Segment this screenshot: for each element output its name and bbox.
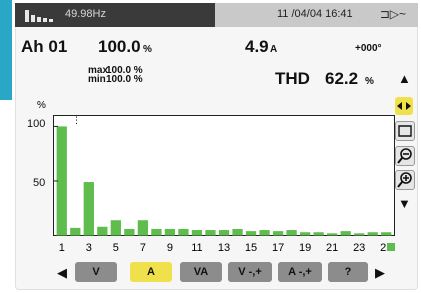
harmonic-bar-10 bbox=[178, 228, 189, 236]
bottom-toolbar: ◀ V A VA V -,+ A -,+? ▶ bbox=[15, 259, 418, 283]
harmonic-bar-6 bbox=[124, 228, 135, 236]
page-left-icon[interactable]: ◀ bbox=[57, 265, 67, 281]
harmonic-bar-20 bbox=[313, 232, 324, 236]
harmonic-bar-21 bbox=[327, 233, 338, 236]
harmonic-bar-2 bbox=[70, 227, 81, 236]
cursor-button[interactable] bbox=[395, 121, 415, 141]
zoom-out-icon bbox=[397, 148, 412, 164]
x-tick-21: 21 bbox=[326, 242, 338, 253]
x-tick-23: 23 bbox=[353, 242, 365, 253]
y-tick-50: 50 bbox=[33, 177, 46, 189]
x-tick-5: 5 bbox=[113, 242, 119, 253]
left-accent-strip bbox=[0, 0, 12, 100]
x-tick-9: 9 bbox=[167, 242, 173, 253]
thd-value: 62.2 bbox=[325, 69, 359, 88]
harmonic-bar-17 bbox=[272, 231, 284, 236]
x-tick-3: 3 bbox=[86, 242, 92, 253]
x-tick-1: 1 bbox=[59, 242, 65, 253]
frequency-readout: 49.98Hz bbox=[65, 8, 106, 20]
harmonic-bar-24 bbox=[367, 232, 378, 236]
signal-bars-icon bbox=[25, 9, 59, 22]
cursor-icon bbox=[398, 125, 412, 137]
scroll-down-icon[interactable]: ▼ bbox=[398, 196, 411, 211]
harmonics-chart-svg: 1 3 5 7 9 11 13 15 17 19 21 23 25 bbox=[53, 115, 395, 254]
x-tick-11: 11 bbox=[191, 242, 202, 253]
mains-plug-icon: ⊐▷~ bbox=[379, 7, 406, 21]
cursor-marker: ⋮ bbox=[72, 115, 81, 125]
softkey-1-button[interactable]: V bbox=[75, 262, 117, 282]
harmonic-bar-3 bbox=[83, 182, 94, 236]
harmonic-bar-12 bbox=[205, 230, 216, 236]
thd-unit: % bbox=[365, 76, 374, 87]
y-axis-unit: % bbox=[37, 100, 46, 111]
page-right-icon[interactable]: ▶ bbox=[375, 265, 385, 281]
harmonic-bar-7 bbox=[137, 220, 149, 236]
harmonic-bar-1 bbox=[56, 126, 67, 236]
harmonic-bar-18 bbox=[286, 230, 297, 236]
harmonic-bar-19 bbox=[299, 232, 311, 236]
percent-value: 100.0 bbox=[98, 37, 141, 56]
date-time: 11 /04/04 16:41 bbox=[277, 8, 353, 20]
meter-screen: 49.98Hz 11 /04/04 16:41 ⊐▷~ Ah 01 100.0 … bbox=[15, 3, 418, 290]
x-tick-7: 7 bbox=[140, 242, 146, 253]
harmonic-bar-16 bbox=[259, 230, 270, 236]
softkey-6-button[interactable]: ? bbox=[328, 262, 368, 282]
phase-angle: +000° bbox=[355, 43, 382, 54]
min-value: 100.0 % bbox=[106, 74, 143, 85]
x-tick-19: 19 bbox=[299, 242, 311, 253]
channel-label: Ah 01 bbox=[21, 37, 68, 56]
harmonic-bar-25 bbox=[381, 232, 392, 236]
y-tick-100: 100 bbox=[27, 118, 46, 130]
zoom-in-button[interactable] bbox=[395, 170, 415, 190]
bar-color-swatch bbox=[387, 243, 395, 251]
current-value: 4.9 bbox=[245, 37, 269, 56]
harmonic-bar-5 bbox=[110, 220, 121, 236]
softkey-4-button[interactable]: V -,+ bbox=[228, 262, 272, 282]
left-right-arrows-icon bbox=[397, 102, 411, 110]
softkey-3-button[interactable]: VA bbox=[180, 262, 222, 282]
x-tick-13: 13 bbox=[218, 242, 230, 253]
harmonic-bar-8 bbox=[151, 228, 162, 236]
horizontal-scroll-button[interactable] bbox=[395, 97, 413, 115]
softkey-2-button[interactable]: A bbox=[130, 262, 172, 282]
plot-frame bbox=[53, 115, 395, 236]
x-tick-15: 15 bbox=[245, 242, 257, 253]
min-label: min bbox=[88, 74, 106, 85]
percent-unit: % bbox=[143, 44, 152, 55]
status-header: 49.98Hz 11 /04/04 16:41 ⊐▷~ bbox=[15, 3, 418, 27]
x-tick-17: 17 bbox=[272, 242, 284, 253]
harmonic-bar-15 bbox=[245, 231, 257, 236]
harmonic-bar-14 bbox=[232, 228, 243, 236]
zoom-in-icon bbox=[397, 172, 412, 188]
scroll-up-icon[interactable]: ▲ bbox=[398, 71, 411, 86]
current-unit: A bbox=[270, 44, 278, 55]
harmonic-bar-22 bbox=[340, 231, 351, 236]
harmonic-bar-11 bbox=[191, 230, 203, 236]
harmonic-bar-9 bbox=[164, 228, 176, 236]
harmonics-chart: 1 3 5 7 9 11 13 15 17 19 21 23 25 bbox=[53, 115, 395, 254]
zoom-out-button[interactable] bbox=[395, 146, 415, 166]
harmonic-bar-4 bbox=[97, 226, 108, 236]
harmonic-bar-13 bbox=[218, 230, 230, 236]
thd-label: THD bbox=[275, 69, 310, 88]
softkey-5-button[interactable]: A -,+ bbox=[278, 262, 322, 282]
harmonic-bar-23 bbox=[354, 233, 365, 236]
